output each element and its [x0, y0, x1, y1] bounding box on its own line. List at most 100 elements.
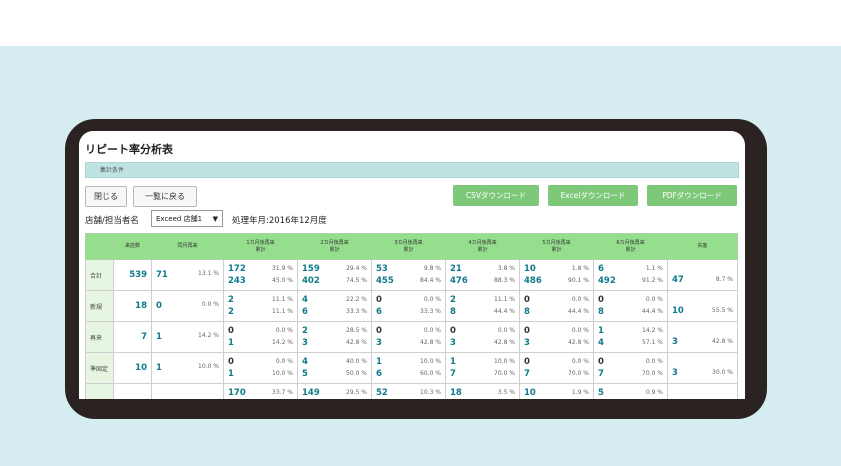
- month-line: 0 0.0 %: [376, 325, 441, 337]
- month-line: 170 33.7 %: [228, 387, 293, 399]
- row-label: 合計: [85, 259, 114, 291]
- month-pct: 50.0 %: [346, 370, 367, 377]
- lost-cell: 3 42.8 %: [667, 321, 738, 353]
- row-label: 準固定: [85, 352, 114, 384]
- close-button[interactable]: 閉じる: [85, 186, 127, 207]
- month-pct: 29.4 %: [346, 265, 367, 272]
- store-select[interactable]: Exceed 店舗1 ▼: [151, 210, 223, 227]
- month-line: 3 42.8 %: [450, 337, 515, 349]
- month-cell: 10 1.9 %: [519, 383, 594, 399]
- month-line: 4 57.1 %: [598, 337, 663, 349]
- month-count: 4: [302, 295, 308, 305]
- month-count: 0: [524, 295, 530, 305]
- visit-count-value: 7: [141, 332, 147, 342]
- month-count: 8: [598, 307, 604, 317]
- month-pct: 11.1 %: [494, 296, 515, 303]
- month-count: 6: [598, 264, 604, 274]
- same-month-cell: 0 0.0 %: [151, 290, 224, 322]
- month-count: 10: [524, 388, 536, 398]
- month-line: 6 60.0 %: [376, 368, 441, 380]
- month-line: 3 42.8 %: [376, 337, 441, 349]
- month-count: 52: [376, 388, 388, 398]
- conditions-bar[interactable]: 集計条件: [85, 162, 739, 178]
- month-pct: 42.8 %: [420, 339, 441, 346]
- column-header: 5カ月後再来 累計: [519, 233, 594, 260]
- month-count: 8: [524, 307, 530, 317]
- month-count: 6: [376, 307, 382, 317]
- month-pct: 40.0 %: [346, 358, 367, 365]
- month-cell: 2 11.1 % 8 44.4 %: [445, 290, 520, 322]
- month-pct: 0.0 %: [423, 296, 441, 303]
- month-cell: 0 0.0 % 1 14.2 %: [223, 321, 298, 353]
- month-line: 7 70.0 %: [598, 368, 663, 380]
- month-pct: 0.0 %: [645, 358, 663, 365]
- lost-pct: 8.7 %: [715, 276, 733, 283]
- month-count: 5: [598, 388, 604, 398]
- month-pct: 1.8 %: [571, 265, 589, 272]
- month-pct: 0.0 %: [571, 296, 589, 303]
- month-cell: 0 0.0 % 7 70.0 %: [519, 352, 594, 384]
- month-cell: 6 1.1 % 492 91.2 %: [593, 259, 668, 291]
- back-to-list-button[interactable]: 一覧に戻る: [133, 186, 197, 207]
- month-pct: 60.0 %: [420, 370, 441, 377]
- same-month-cell: [151, 383, 224, 399]
- row-label: 再来: [85, 321, 114, 353]
- month-count: 1: [228, 338, 234, 348]
- month-cell: 2 28.5 % 3 42.8 %: [297, 321, 372, 353]
- month-line: 2 11.1 %: [228, 294, 293, 306]
- same-month-cell: 1 10.0 %: [151, 352, 224, 384]
- month-count: 2: [302, 326, 308, 336]
- month-pct: 45.0 %: [272, 277, 293, 284]
- month-line: 10 1.8 %: [524, 263, 589, 275]
- month-line: 53 9.8 %: [376, 263, 441, 275]
- month-line: 159 29.4 %: [302, 263, 367, 275]
- month-line: 243 45.0 %: [228, 275, 293, 287]
- column-header: 4カ月後再来 累計: [445, 233, 520, 260]
- same-month-count: 0: [156, 301, 162, 311]
- month-count: 0: [376, 326, 382, 336]
- month-cell: 0 0.0 % 3 42.8 %: [519, 321, 594, 353]
- month-line: 0 0.0 %: [376, 294, 441, 306]
- table-row: 170 33.7 % 149 29.5 % 52 10.3 % 18 3.5 % 10 1.9 %…: [85, 383, 738, 399]
- excel-download-button[interactable]: Excelダウンロード: [548, 185, 638, 206]
- table-row: 合計 539 71 13.1 % 172 31.9 % 243 45.0 % 159 29.4 %…: [85, 259, 738, 291]
- same-month-pct: 13.1 %: [198, 270, 219, 277]
- csv-download-button[interactable]: CSVダウンロード: [453, 185, 539, 206]
- month-count: 1: [228, 369, 234, 379]
- pdf-download-button[interactable]: PDFダウンロード: [647, 185, 737, 206]
- visit-count-value: 539: [129, 270, 147, 280]
- month-pct: 57.1 %: [642, 339, 663, 346]
- same-month-count: 71: [156, 270, 168, 280]
- month-line: 4 22.2 %: [302, 294, 367, 306]
- column-header: 6カ月後再来 累計: [593, 233, 668, 260]
- month-line: 3 42.8 %: [524, 337, 589, 349]
- same-month-pct: 14.2 %: [198, 332, 219, 339]
- table-row: 再来 7 1 14.2 % 0 0.0 % 1 14.2 % 2 28.5 % 3 42.8 % 0 0.…: [85, 321, 738, 353]
- month-pct: 9.8 %: [423, 265, 441, 272]
- month-pct: 22.2 %: [346, 296, 367, 303]
- month-cell: 5 0.9 %: [593, 383, 668, 399]
- month-pct: 1.9 %: [571, 389, 589, 396]
- month-count: 53: [376, 264, 388, 274]
- month-pct: 44.4 %: [494, 308, 515, 315]
- visit-count: 10: [113, 352, 152, 384]
- month-line: 6 1.1 %: [598, 263, 663, 275]
- lost-pct: 30.0 %: [712, 369, 733, 376]
- month-count: 170: [228, 388, 246, 398]
- same-month-count: 1: [156, 363, 162, 373]
- month-cell: 170 33.7 %: [223, 383, 298, 399]
- month-line: 2 28.5 %: [302, 325, 367, 337]
- app-screen: リピート率分析表 集計条件 閉じる 一覧に戻る CSVダウンロード Excelダ…: [79, 131, 745, 399]
- month-cell: 149 29.5 %: [297, 383, 372, 399]
- month-line: 1 14.2 %: [598, 325, 663, 337]
- column-header: 来店数: [113, 233, 152, 260]
- month-pct: 70.0 %: [642, 370, 663, 377]
- month-count: 3: [450, 338, 456, 348]
- month-pct: 0.0 %: [275, 358, 293, 365]
- repeat-rate-table: 来店数 同月再来 1カ月後再来 累計 2カ月後再来 累計 3カ月後再来 累計 4カ月後再来…: [85, 233, 738, 399]
- month-pct: 33.3 %: [420, 308, 441, 315]
- lost-count: 3: [672, 368, 678, 378]
- month-line: 0 0.0 %: [524, 294, 589, 306]
- month-cell: 0 0.0 % 7 70.0 %: [593, 352, 668, 384]
- month-line: 1 10.0 %: [376, 356, 441, 368]
